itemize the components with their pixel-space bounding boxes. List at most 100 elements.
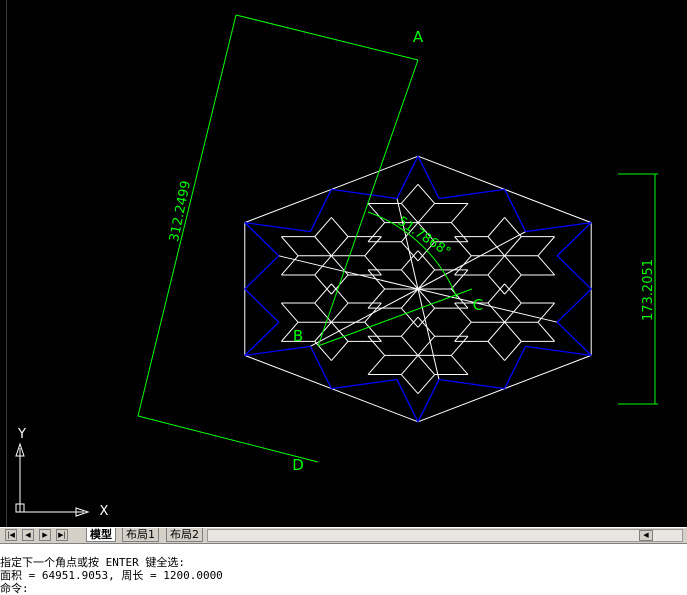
pattern-line <box>417 355 436 375</box>
pattern-line <box>417 288 558 323</box>
pattern-line <box>367 288 386 309</box>
pattern-line <box>487 283 505 304</box>
pattern-line <box>450 269 469 290</box>
last-tab-button[interactable]: ▶| <box>56 529 68 541</box>
blue-edge <box>556 321 592 356</box>
blue-edge <box>244 222 280 257</box>
pattern-line <box>400 374 419 395</box>
point-label-d: D <box>292 456 304 474</box>
blue-edge <box>556 255 592 290</box>
blue-edge <box>244 221 311 233</box>
pattern-line <box>487 255 505 276</box>
blue-edge <box>244 321 280 356</box>
pattern-line <box>278 255 419 290</box>
horizontal-scrollbar[interactable]: ◀ <box>207 529 683 542</box>
pattern-line <box>504 255 522 276</box>
tab-model[interactable]: 模型 <box>86 528 116 542</box>
pattern-line <box>454 302 472 323</box>
pattern-line <box>487 321 505 342</box>
pattern-line <box>450 335 469 356</box>
pattern-line <box>504 274 522 295</box>
pattern-line <box>400 288 419 309</box>
pattern-line <box>454 236 472 257</box>
drawing-canvas[interactable]: A B C D 312.2499 173.2051 51.7868° Y X <box>0 0 687 527</box>
pattern-line <box>450 203 469 223</box>
point-label-a: A <box>413 28 424 46</box>
pattern-line <box>454 321 472 342</box>
command-line[interactable]: 指定下一个角点或按 ENTER 键全选: 面积 = 64951.9053, 周长… <box>0 543 687 595</box>
pattern-line <box>417 203 436 223</box>
pattern-line <box>396 198 419 290</box>
pattern-line <box>364 236 382 257</box>
pattern-line <box>364 321 382 342</box>
vertical-dimension-text: 173.2051 <box>641 259 656 321</box>
pattern-line <box>400 355 419 375</box>
pattern-line <box>314 217 332 237</box>
pattern-line <box>331 341 349 361</box>
pattern-line <box>314 274 332 295</box>
blue-edge <box>438 188 505 200</box>
pattern-line <box>314 236 332 257</box>
pattern-line <box>417 335 436 356</box>
command-prompt[interactable]: 命令: <box>0 582 29 595</box>
pattern-line <box>400 307 419 328</box>
prev-tab-button[interactable]: ◀ <box>22 529 34 541</box>
pattern-line <box>537 255 555 276</box>
pattern-line <box>400 316 419 337</box>
pattern-line <box>417 183 436 204</box>
pattern-line <box>487 236 505 257</box>
pattern-line <box>331 217 349 237</box>
blue-edge <box>244 345 311 357</box>
blue-edge <box>244 288 280 323</box>
ucs-y-label: Y <box>17 427 26 442</box>
blue-edge <box>525 345 592 357</box>
pattern-line <box>450 355 469 375</box>
pattern-lines <box>244 155 592 423</box>
blue-edge <box>556 288 592 323</box>
pattern-line <box>367 335 386 356</box>
pattern-line <box>450 222 469 243</box>
pattern-line <box>504 321 522 342</box>
layout-tab-bar: |◀ ◀ ▶ ▶| 模型 布局1 布局2 ◀ <box>0 527 687 543</box>
blue-edge <box>244 255 280 290</box>
pattern-line <box>487 274 505 295</box>
blue-edge <box>331 188 398 200</box>
pattern-line <box>537 321 555 342</box>
scroll-left-arrow-icon[interactable]: ◀ <box>639 530 653 541</box>
pattern-line <box>400 183 419 204</box>
pattern-line <box>314 283 332 304</box>
pattern-line <box>504 283 522 304</box>
first-tab-button[interactable]: |◀ <box>5 529 17 541</box>
pattern-line <box>367 355 386 375</box>
drawing-svg[interactable]: A B C D 312.2499 173.2051 51.7868° Y X <box>0 0 687 527</box>
extension-line-a <box>235 14 419 61</box>
point-label-c: C <box>473 296 483 314</box>
command-history-line-1: 指定下一个角点或按 ENTER 键全选: <box>0 556 185 569</box>
pattern-line <box>400 335 419 356</box>
ucs-x-label: X <box>100 504 109 519</box>
pattern-line <box>504 236 522 257</box>
angular-dimension-text: 51.7868° <box>395 214 453 260</box>
pattern-line <box>487 341 505 361</box>
blue-edge <box>525 221 592 233</box>
aligned-dimension-text: 312.2499 <box>167 179 194 243</box>
blue-edge <box>556 222 592 257</box>
point-label-b: B <box>293 327 303 345</box>
next-tab-button[interactable]: ▶ <box>39 529 51 541</box>
blue-edge <box>331 378 398 390</box>
pattern-line <box>504 341 522 361</box>
ucs-icon <box>15 442 90 517</box>
pattern-line <box>331 302 349 323</box>
pattern-line <box>331 236 349 257</box>
pattern-line <box>417 250 436 271</box>
pattern-line <box>504 217 522 237</box>
tab-layout1[interactable]: 布局1 <box>122 528 159 542</box>
pattern-line <box>364 255 382 276</box>
pattern-line <box>310 288 419 347</box>
line-bc <box>317 288 473 347</box>
pattern-line <box>367 222 386 243</box>
tab-layout2[interactable]: 布局2 <box>166 528 203 542</box>
pattern-line <box>281 302 299 323</box>
command-history-line-2: 面积 = 64951.9053, 周长 = 1200.0000 <box>0 569 223 582</box>
blue-edge <box>438 378 505 390</box>
